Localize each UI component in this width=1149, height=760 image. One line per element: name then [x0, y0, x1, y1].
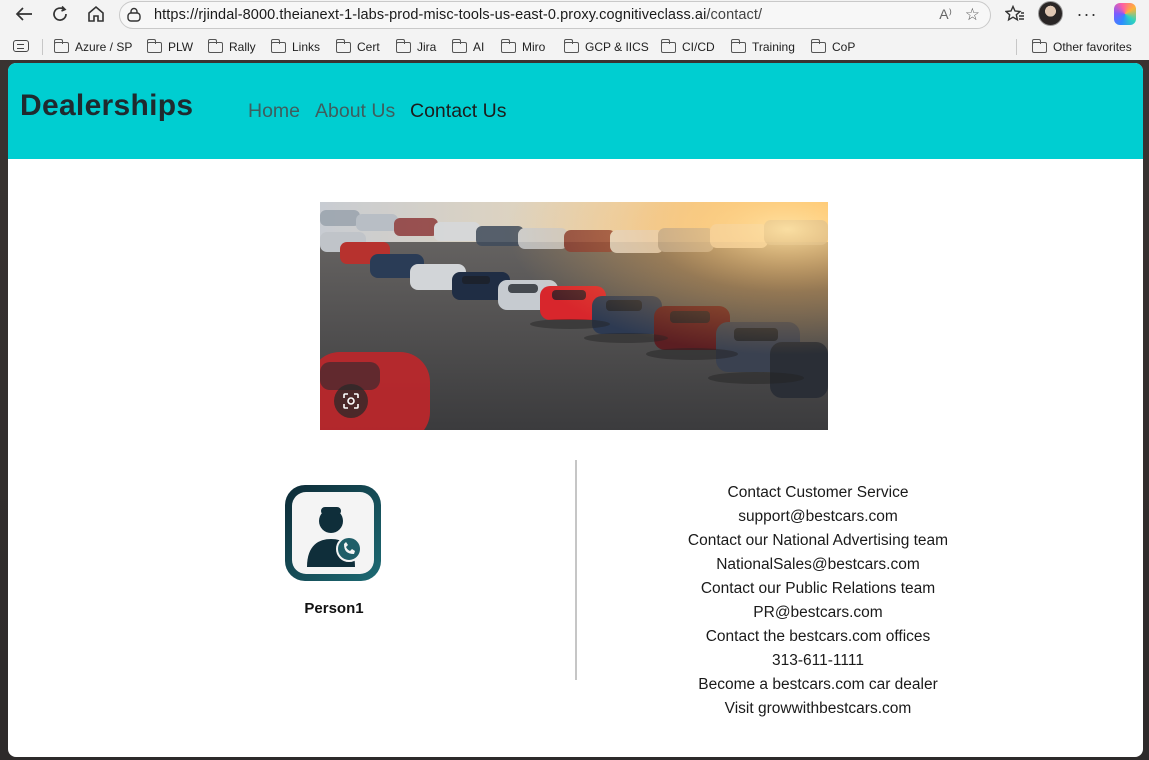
bookmark-label: CI/CD: [682, 40, 715, 54]
browser-chrome: https://rjindal-8000.theianext-1-labs-pr…: [0, 0, 1149, 60]
folder-icon: [500, 38, 516, 53]
reload-icon[interactable]: [48, 3, 72, 25]
navbar: Dealerships Home About Us Contact Us: [8, 63, 1143, 159]
contact-line: 313-611-1111: [772, 652, 864, 669]
bookmark-folder[interactable]: PLW: [146, 38, 194, 56]
bookmark-folder[interactable]: Rally: [207, 38, 256, 56]
hero-image-cars: [320, 202, 828, 430]
bookmark-label: CoP: [832, 40, 856, 54]
bookmark-label: AI: [473, 40, 485, 54]
other-favorites[interactable]: Other favorites: [1031, 38, 1132, 56]
browser-toolbar: https://rjindal-8000.theianext-1-labs-pr…: [0, 0, 1149, 30]
bookmark-folder[interactable]: Training: [730, 38, 795, 56]
address-bar[interactable]: https://rjindal-8000.theianext-1-labs-pr…: [119, 1, 991, 29]
bookmark-label: Miro: [522, 40, 546, 54]
profile-avatar[interactable]: [1038, 1, 1063, 26]
contact-line: support@bestcars.com: [738, 508, 898, 525]
contact-line: NationalSales@bestcars.com: [716, 556, 920, 573]
favorites-icon[interactable]: [1003, 3, 1027, 25]
bookmark-label: Jira: [417, 40, 437, 54]
contact-person-phone-icon: [285, 485, 381, 581]
other-favorites-label: Other favorites: [1053, 40, 1132, 54]
bookmark-folder[interactable]: Miro: [500, 38, 546, 56]
bookmark-label: Training: [752, 40, 795, 54]
contact-line: Become a bestcars.com car dealer: [698, 676, 938, 693]
url-main: https://rjindal-8000.theianext-1-labs-pr…: [154, 7, 707, 23]
lens-icon: [343, 393, 359, 409]
bookmark-folder[interactable]: CI/CD: [660, 38, 715, 56]
contact-line: Contact our National Advertising team: [687, 532, 949, 549]
bookmarks-bar: Azure / SP PLW Rally Links Cert Jira AI …: [0, 36, 1149, 58]
folder-icon: [146, 38, 162, 53]
url-path: /contact/: [706, 7, 763, 23]
folder-icon: [335, 38, 351, 53]
visual-search-lens-button[interactable]: [334, 384, 368, 418]
vertical-divider: [575, 460, 577, 680]
bookmark-folder[interactable]: GCP & IICS: [563, 38, 649, 56]
folder-icon: [730, 38, 746, 53]
bookmark-label: Rally: [229, 40, 256, 54]
folder-icon: [395, 38, 411, 53]
lock-icon[interactable]: [126, 7, 142, 23]
url-text[interactable]: https://rjindal-8000.theianext-1-labs-pr…: [154, 7, 762, 23]
brand-title[interactable]: Dealerships: [20, 89, 193, 123]
copilot-icon[interactable]: [1114, 3, 1136, 25]
nav-home[interactable]: Home: [248, 100, 300, 123]
contact-line: Contact our Public Relations team: [700, 580, 936, 597]
bookmark-folder[interactable]: AI: [451, 38, 485, 56]
bookmark-separator: [1016, 39, 1017, 55]
folder-icon: [810, 38, 826, 53]
person-name: Person1: [304, 600, 364, 617]
folder-icon: [660, 38, 676, 53]
contact-line: Visit growwithbestcars.com: [724, 700, 912, 717]
bookmark-folder[interactable]: Links: [270, 38, 321, 56]
nav-about-us[interactable]: About Us: [315, 100, 395, 123]
read-aloud-icon[interactable]: A⁾: [939, 6, 952, 23]
folder-icon: [207, 38, 223, 53]
folder-icon: [270, 38, 286, 53]
bookmark-label: PLW: [168, 40, 194, 54]
bookmark-folder[interactable]: CoP: [810, 38, 856, 56]
folder-icon: [1031, 38, 1047, 53]
home-icon[interactable]: [84, 3, 108, 25]
contact-line: Contact the bestcars.com offices: [705, 628, 931, 645]
more-icon[interactable]: ···: [1075, 3, 1099, 25]
bookmark-label: Azure / SP: [75, 40, 133, 54]
bookmark-folder[interactable]: Cert: [335, 38, 380, 56]
bookmark-label: Links: [292, 40, 321, 54]
contact-info-list: Contact Customer Service support@bestcar…: [618, 481, 1018, 721]
bookmark-folder[interactable]: Azure / SP: [53, 38, 133, 56]
web-page: Dealerships Home About Us Contact Us Per…: [8, 63, 1143, 757]
bookmark-folder[interactable]: Jira: [395, 38, 437, 56]
folder-icon: [563, 38, 579, 53]
contact-line: PR@bestcars.com: [753, 604, 883, 621]
bookmark-label: Cert: [357, 40, 380, 54]
bookmark-label: GCP & IICS: [585, 40, 649, 54]
back-icon[interactable]: [12, 3, 36, 25]
folder-icon: [451, 38, 467, 53]
nav-contact-us[interactable]: Contact Us: [410, 100, 506, 123]
star-icon[interactable]: ☆: [965, 5, 980, 25]
folder-icon: [53, 38, 69, 53]
contact-line: Contact Customer Service: [727, 484, 909, 501]
